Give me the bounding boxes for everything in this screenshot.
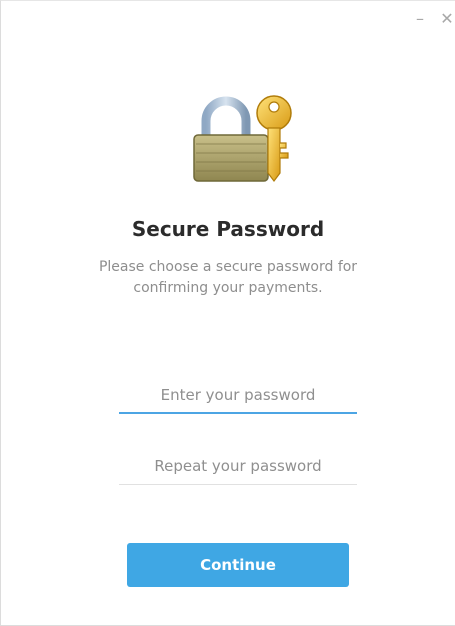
secure-password-window: – ✕ Secure Password Please choose a secu… <box>0 0 455 626</box>
repeat-password-underline <box>119 484 357 485</box>
repeat-password-input[interactable] <box>119 449 357 483</box>
page-title: Secure Password <box>131 217 325 241</box>
titlebar: – ✕ <box>1 1 455 37</box>
password-field[interactable] <box>119 378 357 414</box>
minimize-button[interactable]: – <box>410 9 430 29</box>
page-description: Please choose a secure password for conf… <box>98 259 358 296</box>
close-button[interactable]: ✕ <box>437 9 455 29</box>
password-underline <box>119 412 357 414</box>
password-input[interactable] <box>119 378 357 412</box>
continue-button[interactable]: Continue <box>127 543 349 587</box>
lock-with-key-icon <box>188 93 300 185</box>
repeat-password-field[interactable] <box>119 449 357 485</box>
